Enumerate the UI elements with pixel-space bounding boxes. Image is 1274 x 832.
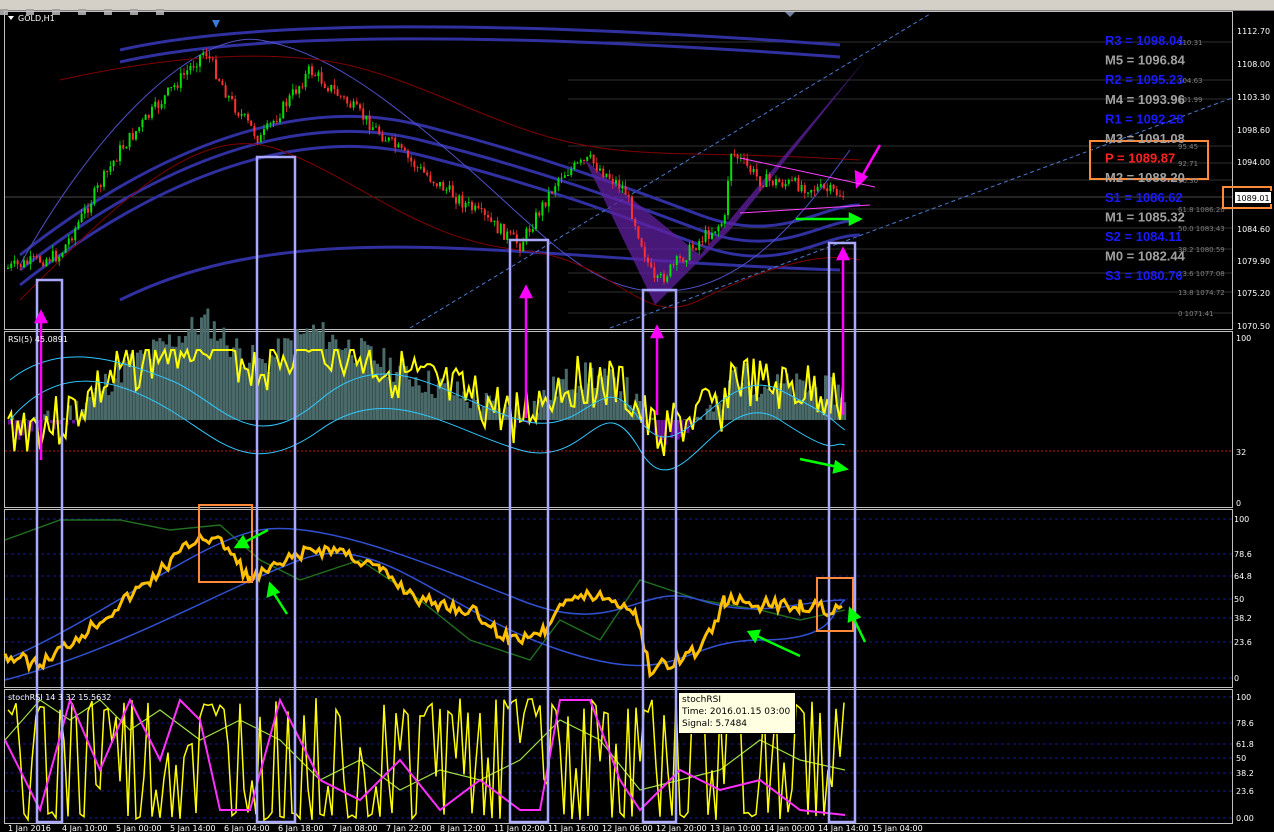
pivot-label: M3 = 1091.08 — [1105, 131, 1185, 146]
price-axes: 1112.70 1108.00 1103.30 1098.60 1094.00 1084.… — [1234, 27, 1270, 823]
stoch-tick: 100 — [1236, 693, 1251, 702]
price-tick: 1075.20 — [1237, 289, 1270, 298]
shift-marker-icon[interactable] — [785, 12, 795, 17]
third-tick: 38.2 — [1234, 614, 1252, 623]
fib-label: 50.0 1083.43 — [1178, 225, 1225, 233]
third-tick: 100 — [1234, 515, 1249, 524]
pivot-label: P = 1089.87 — [1105, 151, 1175, 166]
time-tick: 7 Jan 22:00 — [386, 824, 432, 832]
stoch-tick: 38.2 — [1236, 769, 1254, 778]
time-tick: 8 Jan 12:00 — [440, 824, 486, 832]
time-tick: 4 Jan 10:00 — [62, 824, 108, 832]
current-price-tag: 1089.01 — [1234, 191, 1272, 204]
pivot-label: R3 = 1098.04 — [1105, 33, 1184, 48]
stoch-tick: 61.8 — [1236, 740, 1254, 749]
stoch-tick: 23.6 — [1236, 787, 1254, 796]
stoch-label: stochRSI 14 3 32 15.5632 — [8, 693, 111, 702]
time-tick: 14 Jan 14:00 — [818, 824, 869, 832]
pivot-label: M1 = 1085.32 — [1105, 209, 1185, 224]
trading-chart[interactable]: 1112.70 1108.00 1103.30 1098.60 1094.00 1084.… — [0, 0, 1274, 832]
stoch-tick: 50 — [1236, 754, 1246, 763]
time-tick: 6 Jan 04:00 — [224, 824, 270, 832]
pivot-label: S1 = 1086.62 — [1105, 190, 1183, 205]
time-tick: 7 Jan 08:00 — [332, 824, 378, 832]
price-tick: 1103.30 — [1237, 93, 1270, 102]
collapse-arrow-icon[interactable] — [8, 16, 14, 20]
price-tick: 1112.70 — [1237, 27, 1270, 36]
pivot-label: M2 = 1088.20 — [1105, 170, 1185, 185]
time-tick: 15 Jan 04:00 — [872, 824, 923, 832]
pivot-label: M4 = 1093.96 — [1105, 92, 1185, 107]
pivot-levels: R3 = 1098.04 M5 = 1096.84 R2 = 1095.23 M4 =… — [1105, 33, 1186, 283]
time-tick: 5 Jan 14:00 — [170, 824, 216, 832]
pivot-label: S3 = 1080.76 — [1105, 268, 1183, 283]
time-tick: 5 Jan 00:00 — [116, 824, 162, 832]
fib-label: 13.8 1074.72 — [1178, 289, 1225, 297]
tooltip-signal: Signal: 5.7484 — [682, 719, 748, 729]
pivot-label: R1 = 1092.28 — [1105, 111, 1183, 126]
pivot-label: R2 = 1095.23 — [1105, 72, 1183, 87]
rsi-tick: 32 — [1236, 448, 1246, 457]
dark-green-line — [4, 519, 846, 661]
time-tick: 11 Jan 16:00 — [548, 824, 599, 832]
third-panel-grid — [5, 518, 1232, 679]
fib-label: 0 1071.41 — [1178, 310, 1214, 318]
pivot-label: S2 = 1084.11 — [1105, 229, 1182, 244]
rsi-label: RSI(5) 45.0891 — [8, 335, 68, 344]
third-tick: 50 — [1234, 595, 1244, 604]
period-separator-icon — [212, 20, 220, 28]
chart-title: GOLD,H1 — [18, 14, 55, 23]
third-tick: 0 — [1234, 674, 1239, 683]
stoch-tick: 78.6 — [1236, 719, 1254, 728]
fib-label: 38.2 1080.59 — [1178, 246, 1225, 254]
third-tick: 64.8 — [1234, 572, 1252, 581]
time-tick: 1 Jan 2016 — [8, 824, 51, 832]
time-tick: 14 Jan 00:00 — [764, 824, 815, 832]
fib-label: 92.71 — [1178, 160, 1198, 168]
blue-band — [4, 527, 846, 661]
fib-label: 23.6 1077.08 — [1178, 270, 1225, 278]
time-tick: 6 Jan 18:00 — [278, 824, 324, 832]
rsi-tick: 100 — [1236, 334, 1251, 343]
green-arrows — [233, 211, 867, 658]
stoch-panel-grid — [5, 696, 1232, 819]
fib-label: 61.8 1086.20 — [1178, 206, 1225, 214]
price-tick: 1108.00 — [1237, 60, 1270, 69]
price-tick: 1079.90 — [1237, 257, 1270, 266]
pivot-label: M0 = 1082.44 — [1105, 249, 1186, 264]
indicator-tooltip: stochRSI Time: 2016.01.15 03:00 Signal: … — [678, 692, 796, 734]
price-tick: 1070.50 — [1237, 322, 1270, 331]
time-tick: 12 Jan 06:00 — [602, 824, 653, 832]
third-tick: 78.6 — [1234, 550, 1252, 559]
main-bands — [19, 25, 861, 308]
tooltip-time: Time: 2016.01.15 03:00 — [682, 707, 791, 717]
time-axis: 1 Jan 2016 4 Jan 10:00 5 Jan 00:00 5 Jan 14… — [8, 824, 923, 832]
stoch-tick: 0.00 — [1236, 814, 1254, 823]
price-tick: 1098.60 — [1237, 126, 1270, 135]
price-tick: 1094.00 — [1237, 158, 1270, 167]
pivot-label: M5 = 1096.84 — [1105, 53, 1186, 68]
price-tick: 1084.60 — [1237, 225, 1270, 234]
time-tick: 12 Jan 20:00 — [656, 824, 707, 832]
rsi-tick: 0 — [1236, 499, 1241, 508]
tooltip-title: stochRSI — [682, 695, 721, 705]
time-tick: 11 Jan 02:00 — [494, 824, 545, 832]
time-tick: 13 Jan 10:00 — [710, 824, 761, 832]
third-tick: 23.6 — [1234, 638, 1252, 647]
